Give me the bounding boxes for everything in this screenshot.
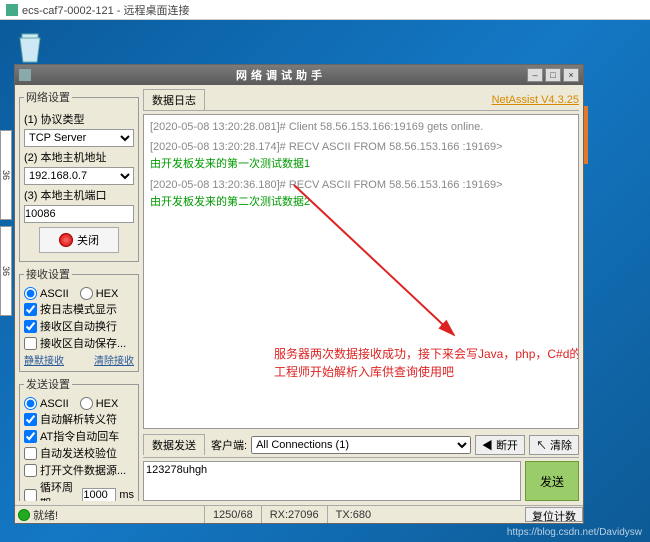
log-tabrow: 数据日志 NetAssist V4.3.25: [143, 89, 579, 111]
send-textarea[interactable]: 123278uhgh: [143, 461, 521, 501]
close-window-button[interactable]: ×: [563, 68, 579, 82]
send-button[interactable]: 发送: [525, 461, 579, 501]
host-label: (2) 本地主机地址: [24, 149, 134, 165]
disconnect-button[interactable]: ◀ 断开: [475, 435, 525, 455]
watermark: https://blog.csdn.net/Davidysw: [507, 527, 642, 538]
protocol-select[interactable]: TCP Server: [24, 129, 134, 147]
rdp-title: ecs-caf7-0002-121 - 远程桌面连接: [22, 2, 190, 18]
connection-select[interactable]: All Connections (1): [251, 436, 471, 454]
loop-ms-input[interactable]: [82, 488, 116, 502]
log-area[interactable]: [2020-05-08 13:20:28.081]# Client 58.56.…: [143, 114, 579, 429]
send-escape-check[interactable]: 自动解析转义符: [24, 411, 134, 427]
host-select[interactable]: 192.168.0.7: [24, 167, 134, 185]
status-icon: [18, 509, 30, 521]
send-settings: 发送设置 ASCII HEX 自动解析转义符 AT指令自动回车 自动发送校验位 …: [19, 376, 139, 501]
send-loop-check[interactable]: 循环周期ms: [24, 479, 134, 501]
recv-wrap-check[interactable]: 接收区自动换行: [24, 318, 134, 334]
port-label: (3) 本地主机端口: [24, 187, 134, 203]
send-atcr-check[interactable]: AT指令自动回车: [24, 428, 134, 444]
background-window-edge: [584, 106, 588, 164]
recv-ascii-radio[interactable]: ASCII HEX: [24, 287, 134, 300]
clear-recv-link[interactable]: 清除接收: [94, 352, 134, 367]
rdp-titlebar: ecs-caf7-0002-121 - 远程桌面连接: [0, 0, 650, 20]
silent-recv-link[interactable]: 静默接收: [24, 352, 64, 367]
send-header: 数据发送 客户端: All Connections (1) ◀ 断开 ↖ 清除: [143, 432, 579, 458]
annotation-text: 服务器两次数据接收成功，接下来会写Java，php，C#d的工程师开始解析入库供…: [274, 345, 579, 381]
connection-close-button[interactable]: 关闭: [39, 227, 119, 253]
record-icon: [59, 233, 73, 247]
recv-autosave-check[interactable]: 接收区自动保存...: [24, 335, 134, 351]
log-line: [2020-05-08 13:20:36.180]# RECV ASCII FR…: [150, 179, 572, 191]
send-tab[interactable]: 数据发送: [143, 434, 205, 455]
client-label: 客户端:: [211, 437, 247, 453]
window-buttons: – □ ×: [527, 68, 579, 82]
app-icon: [19, 69, 31, 81]
log-line: [2020-05-08 13:20:28.081]# Client 58.56.…: [150, 121, 572, 133]
rdp-icon: [6, 4, 18, 16]
titlebar[interactable]: 网络调试助手 – □ ×: [15, 65, 583, 85]
recv-legend: 接收设置: [24, 266, 72, 282]
port-input[interactable]: [24, 205, 134, 223]
reset-count-button[interactable]: 复位计数: [525, 507, 583, 522]
status-tx: TX:680: [327, 506, 379, 523]
send-checksum-check[interactable]: 自动发送校验位: [24, 445, 134, 461]
side-tab[interactable]: 36: [0, 226, 12, 316]
network-settings-legend: 网络设置: [24, 89, 72, 105]
app-title: 网络调试助手: [35, 67, 527, 83]
left-panel: 网络设置 (1) 协议类型 TCP Server (2) 本地主机地址 192.…: [19, 89, 139, 501]
send-box: 123278uhgh 发送: [143, 461, 579, 501]
log-line: 由开发板发来的第二次测试数据2: [150, 193, 572, 209]
log-line: 由开发板发来的第一次测试数据1: [150, 155, 572, 171]
maximize-button[interactable]: □: [545, 68, 561, 82]
recv-settings: 接收设置 ASCII HEX 按日志模式显示 接收区自动换行 接收区自动保存..…: [19, 266, 139, 372]
side-tab[interactable]: 36: [0, 130, 12, 220]
netassist-window: 网络调试助手 – □ × 网络设置 (1) 协议类型 TCP Server (2…: [14, 64, 584, 524]
status-rx: RX:27096: [261, 506, 327, 523]
netassist-link[interactable]: NetAssist V4.3.25: [492, 94, 579, 106]
log-line: [2020-05-08 13:20:28.174]# RECV ASCII FR…: [150, 141, 572, 153]
protocol-label: (1) 协议类型: [24, 111, 134, 127]
minimize-button[interactable]: –: [527, 68, 543, 82]
status-ratio: 1250/68: [204, 506, 261, 523]
clear-send-button[interactable]: ↖ 清除: [529, 435, 579, 455]
send-legend: 发送设置: [24, 376, 72, 392]
network-settings: 网络设置 (1) 协议类型 TCP Server (2) 本地主机地址 192.…: [19, 89, 139, 262]
send-ascii-radio[interactable]: ASCII HEX: [24, 397, 134, 410]
log-tab[interactable]: 数据日志: [143, 89, 205, 110]
right-panel: 数据日志 NetAssist V4.3.25 [2020-05-08 13:20…: [143, 89, 579, 501]
send-file-check[interactable]: 打开文件数据源...: [24, 462, 134, 478]
status-bar: 就绪! 1250/68 RX:27096 TX:680 复位计数: [15, 505, 583, 523]
recv-logmode-check[interactable]: 按日志模式显示: [24, 301, 134, 317]
status-ready: 就绪!: [33, 507, 58, 523]
side-tabs: 36 36: [0, 130, 10, 322]
recycle-bin-icon: [12, 28, 48, 64]
